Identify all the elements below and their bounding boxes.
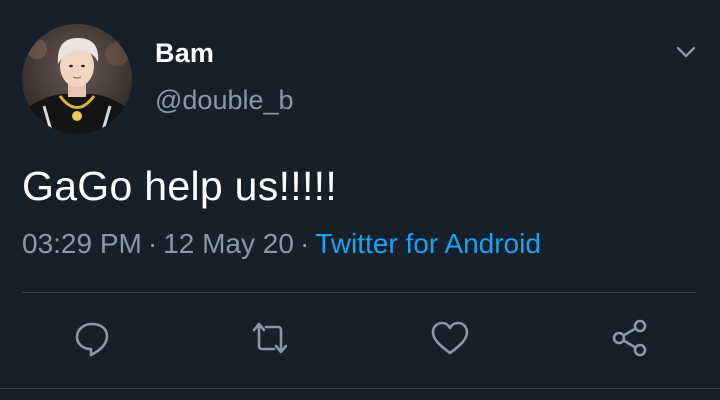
meta-separator: · (299, 228, 310, 259)
divider (0, 388, 720, 389)
avatar[interactable] (22, 24, 132, 134)
tweet-date: 12 May 20 (163, 228, 294, 259)
tweet-source-link[interactable]: Twitter for Android (315, 228, 541, 259)
heart-icon (431, 321, 469, 355)
retweet-button[interactable] (248, 316, 292, 360)
tweet-time: 03:29 PM (22, 228, 142, 259)
tweet-actions (0, 316, 720, 366)
tweet-text: GaGo help us!!!!! (22, 163, 338, 209)
divider (22, 292, 696, 293)
like-button[interactable] (428, 316, 472, 360)
meta-separator: · (147, 228, 158, 259)
chevron-down-icon[interactable] (672, 38, 700, 66)
avatar-image (22, 24, 132, 134)
author-display-name[interactable]: Bam (155, 38, 214, 69)
share-button[interactable] (608, 316, 652, 360)
reply-button[interactable] (70, 316, 114, 360)
reply-icon (75, 322, 109, 357)
tweet-detail: Bam @double_b GaGo help us!!!!! 03:29 PM… (0, 0, 720, 400)
author-handle[interactable]: @double_b (155, 85, 294, 116)
retweet-icon (252, 322, 288, 354)
share-icon (612, 319, 647, 357)
tweet-meta: 03:29 PM · 12 May 20 · Twitter for Android (22, 228, 541, 260)
